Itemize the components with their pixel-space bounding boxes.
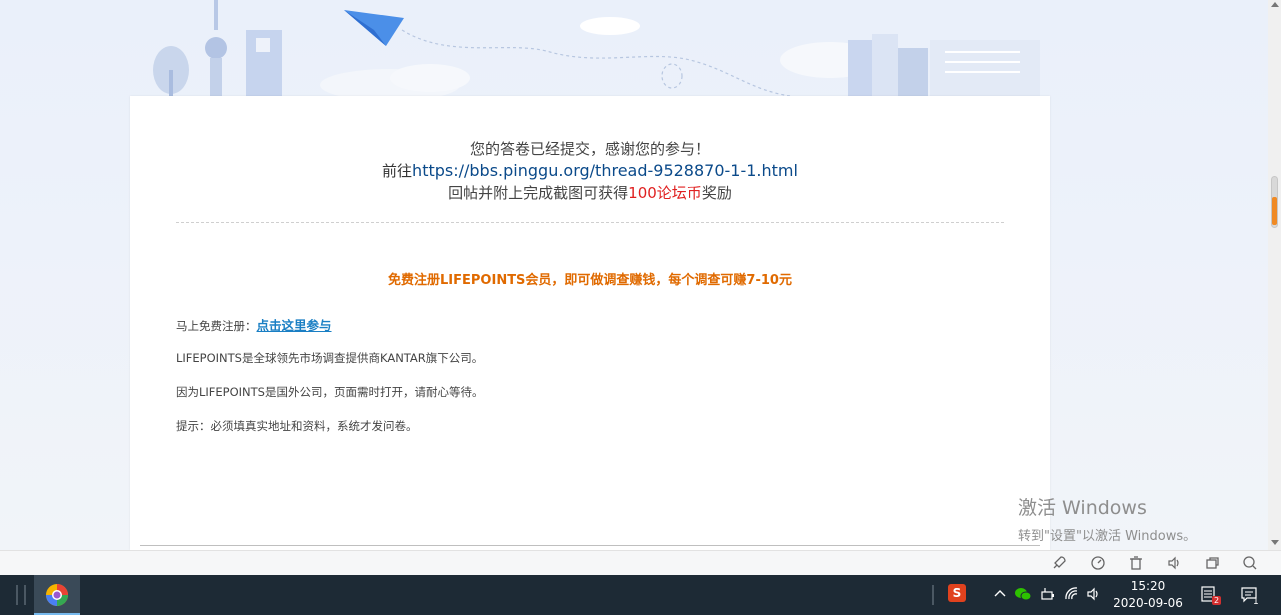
info-line-2: 因为LIFEPOINTS是国外公司，页面需时打开，请耐心等待。 <box>176 385 484 399</box>
chevron-up-icon[interactable] <box>991 585 1009 603</box>
trash-icon[interactable] <box>1128 555 1144 571</box>
watermark-subtitle: 转到"设置"以激活 Windows。 <box>1018 529 1197 544</box>
clock-time: 15:20 <box>1130 579 1166 593</box>
search-icon[interactable] <box>1242 555 1258 571</box>
tray-separator <box>932 585 934 605</box>
vertical-scrollbar[interactable] <box>1268 0 1281 550</box>
wifi-icon[interactable] <box>1063 585 1081 603</box>
card-bottom-rule <box>140 545 1040 546</box>
window-icon[interactable] <box>1204 555 1220 571</box>
speaker-icon[interactable] <box>1085 585 1103 603</box>
taskbar-grip <box>16 585 18 605</box>
register-link[interactable]: 点击这里参与 <box>257 318 332 333</box>
reward-prefix: 回帖并附上完成截图可获得 <box>448 184 629 202</box>
page-background: 您的答卷已经提交，感谢您的参与！ 前往https://bbs.pinggu.or… <box>0 0 1268 550</box>
forum-link-line: 前往https://bbs.pinggu.org/thread-9528870-… <box>130 160 1050 181</box>
reward-amount: 100论坛币 <box>628 184 702 202</box>
header-illustration <box>153 0 1040 96</box>
battery-icon[interactable] <box>1039 585 1057 603</box>
thanks-message: 您的答卷已经提交，感谢您的参与！ <box>469 140 710 158</box>
windows-taskbar: S 15:20 2020-09-06 2 1 <box>0 575 1281 615</box>
browser-status-bar <box>0 550 1281 575</box>
forum-thread-link[interactable]: https://bbs.pinggu.org/thread-9528870-1-… <box>412 161 798 180</box>
volume-icon[interactable] <box>1166 555 1182 571</box>
dashed-divider <box>176 222 1004 223</box>
scroll-position-marker <box>1272 197 1277 225</box>
wechat-icon[interactable] <box>1014 585 1032 603</box>
activation-watermark: 激活 Windows 转到"设置"以激活 Windows。 <box>1018 493 1196 544</box>
action-center-count: 1 <box>1253 597 1259 607</box>
info-line-3: 提示：必须填真实地址和资料，系统才发问卷。 <box>176 419 418 433</box>
info-line-1: LIFEPOINTS是全球领先市场调查提供商KANTAR旗下公司。 <box>176 351 484 365</box>
notification-badge: 2 <box>1212 596 1222 605</box>
watermark-title: 激活 Windows <box>1018 497 1147 519</box>
reward-line: 回帖并附上完成截图可获得100论坛币奖励 <box>130 182 1050 203</box>
register-label: 马上免费注册： <box>176 319 257 333</box>
forum-link-prefix: 前往 <box>382 162 413 180</box>
reward-suffix: 奖励 <box>701 184 732 202</box>
clock-date: 2020-09-06 <box>1113 596 1183 610</box>
sogou-input-icon[interactable]: S <box>948 584 966 602</box>
system-clock[interactable]: 15:20 2020-09-06 <box>1108 578 1188 612</box>
rocket-icon[interactable] <box>1051 555 1067 571</box>
promo-headline: 免费注册LIFEPOINTS会员，即可做调查赚钱，每个调查可赚7-10元 <box>388 273 792 288</box>
taskbar-app-browser[interactable] <box>34 575 80 615</box>
survey-card: 您的答卷已经提交，感谢您的参与！ 前往https://bbs.pinggu.or… <box>130 96 1050 550</box>
scroll-down-arrow-icon[interactable] <box>1271 540 1279 545</box>
scroll-up-arrow-icon[interactable] <box>1271 2 1279 7</box>
browser-logo-icon <box>46 584 68 606</box>
taskbar-grip <box>24 585 26 605</box>
speed-icon[interactable] <box>1090 555 1106 571</box>
register-line: 马上免费注册：点击这里参与 <box>176 315 332 334</box>
